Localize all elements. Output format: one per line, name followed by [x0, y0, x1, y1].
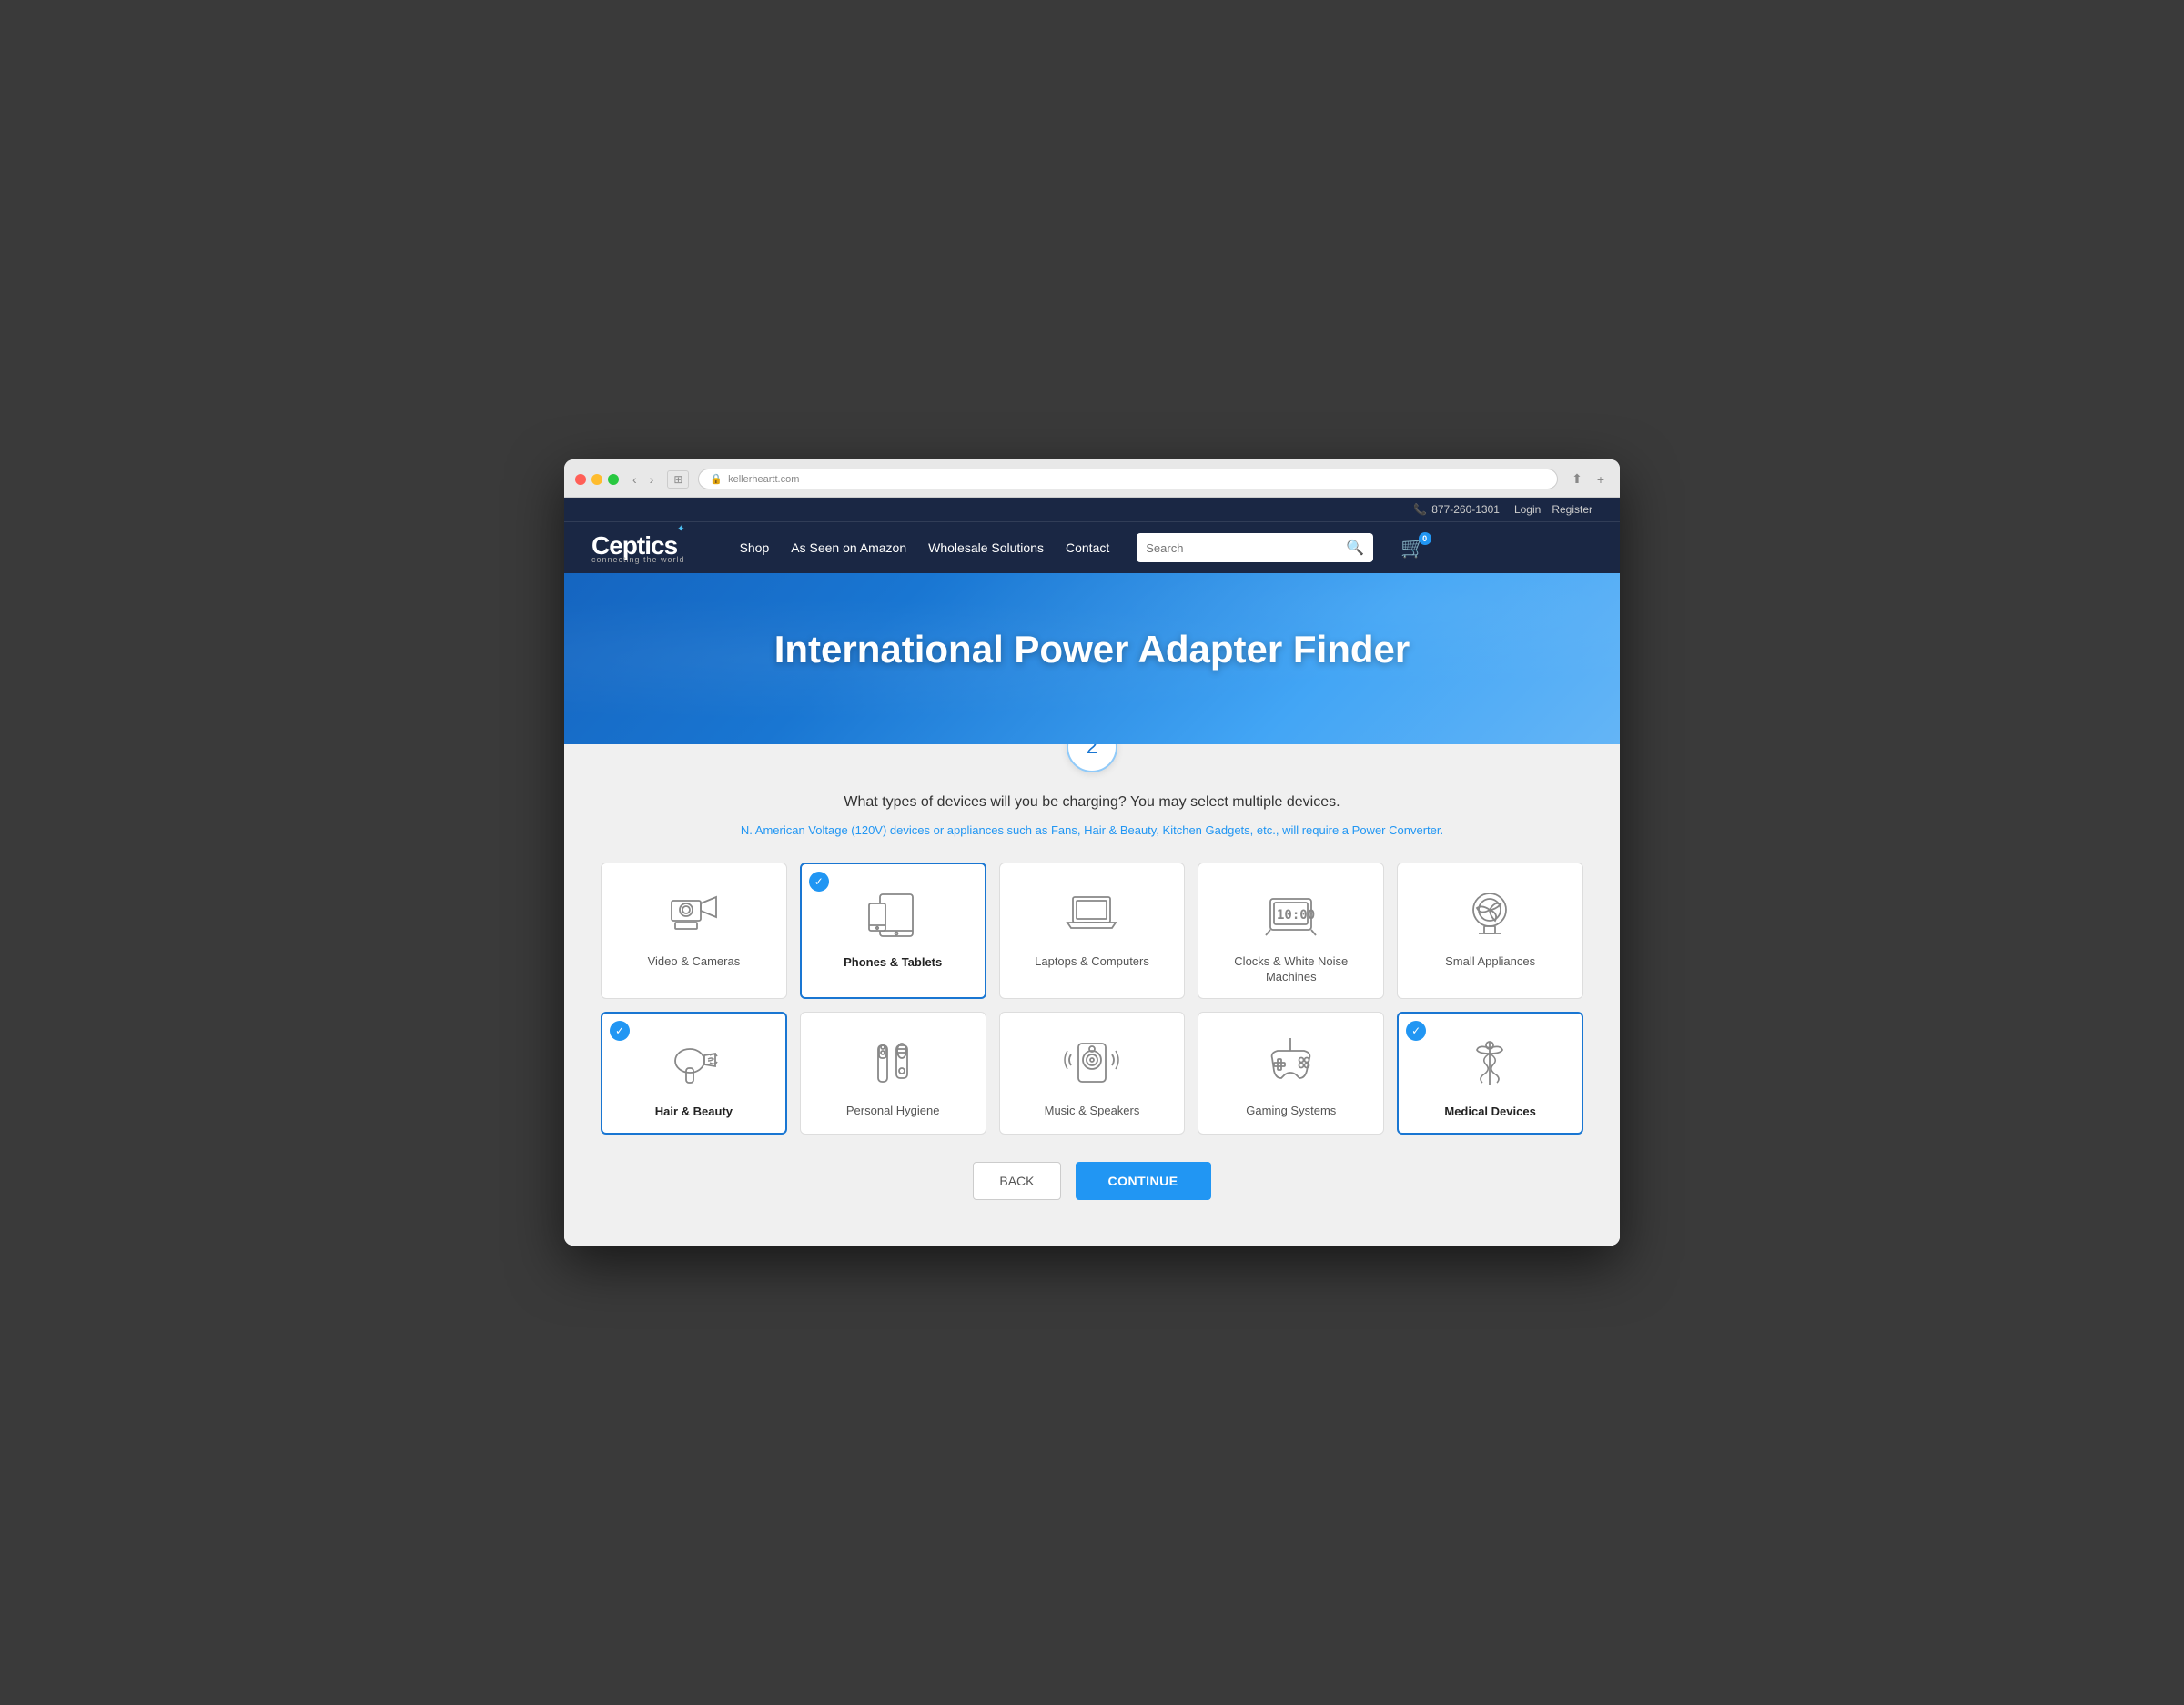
device-card-hair-beauty[interactable]: ✓ Hair — [601, 1012, 787, 1135]
site-header: 📞 877-260-1301 Login Register Ceptics ✦ … — [564, 498, 1620, 573]
device-card-video-cameras[interactable]: Video & Cameras — [601, 863, 787, 999]
lock-icon: 🔒 — [710, 473, 723, 485]
medical-devices-check: ✓ — [1406, 1021, 1426, 1041]
nav-wholesale[interactable]: Wholesale Solutions — [928, 540, 1044, 555]
phones-tablets-icon — [861, 883, 925, 946]
header-top-bar: 📞 877-260-1301 Login Register — [564, 498, 1620, 522]
device-card-laptops-computers[interactable]: Laptops & Computers — [999, 863, 1186, 999]
device-label-music-speakers: Music & Speakers — [1045, 1104, 1140, 1119]
minimize-window-button[interactable] — [592, 474, 602, 485]
browser-actions: ⬆ + — [1567, 469, 1609, 489]
search-input[interactable] — [1146, 541, 1339, 555]
header-links: Login Register — [1514, 503, 1592, 516]
forward-button[interactable]: › — [645, 470, 659, 489]
laptops-computers-icon — [1060, 882, 1124, 945]
logo-sub: connecting the world — [592, 555, 685, 564]
medical-devices-icon — [1459, 1032, 1522, 1095]
close-window-button[interactable] — [575, 474, 586, 485]
device-label-laptops-computers: Laptops & Computers — [1035, 954, 1149, 970]
svg-text:10:00: 10:00 — [1277, 908, 1315, 923]
browser-window: ‹ › ⊞ 🔒 kellerheartt.com ⬆ + 📞 877-260-1… — [564, 459, 1620, 1246]
url-text: kellerheartt.com — [728, 474, 799, 485]
step-question: What types of devices will you be chargi… — [601, 794, 1583, 811]
back-button[interactable]: BACK — [973, 1162, 1060, 1200]
maximize-window-button[interactable] — [608, 474, 619, 485]
new-tab-button[interactable]: + — [1592, 470, 1609, 489]
address-bar: 🔒 kellerheartt.com — [698, 469, 1558, 489]
device-label-gaming-systems: Gaming Systems — [1246, 1104, 1336, 1119]
step-section: 2 What types of devices will you be char… — [564, 744, 1620, 1246]
tab-view-button[interactable]: ⊞ — [667, 470, 689, 489]
nav-amazon[interactable]: As Seen on Amazon — [791, 540, 906, 555]
logo-star: ✦ — [677, 524, 684, 534]
phone-area: 📞 877-260-1301 — [1413, 503, 1500, 516]
personal-hygiene-icon — [861, 1031, 925, 1095]
continue-button[interactable]: CONTINUE — [1076, 1162, 1211, 1200]
hair-beauty-icon — [662, 1032, 725, 1095]
device-grid: Video & Cameras ✓ — [601, 863, 1583, 1135]
device-card-gaming-systems[interactable]: Gaming Systems — [1198, 1012, 1384, 1135]
device-label-personal-hygiene: Personal Hygiene — [846, 1104, 940, 1119]
back-button[interactable]: ‹ — [628, 470, 642, 489]
device-label-video-cameras: Video & Cameras — [648, 954, 741, 970]
traffic-lights — [575, 474, 619, 485]
cart-button[interactable]: 🛒 0 — [1400, 536, 1425, 560]
phones-tablets-check: ✓ — [809, 872, 829, 892]
clocks-icon: 10:00 — [1259, 882, 1323, 945]
hair-beauty-check: ✓ — [610, 1021, 630, 1041]
cart-badge: 0 — [1419, 532, 1431, 545]
search-bar: 🔍 — [1137, 533, 1373, 562]
hero-title: International Power Adapter Finder — [592, 628, 1592, 671]
small-appliances-icon — [1459, 882, 1522, 945]
browser-navigation: ‹ › — [628, 470, 658, 489]
music-speakers-icon — [1060, 1031, 1124, 1095]
device-label-small-appliances: Small Appliances — [1445, 954, 1535, 970]
device-card-clocks[interactable]: 10:00 Clocks & White Noise Machines — [1198, 863, 1384, 999]
device-card-medical-devices[interactable]: ✓ — [1397, 1012, 1583, 1135]
phone-icon: 📞 — [1413, 503, 1427, 516]
device-label-clocks: Clocks & White Noise Machines — [1209, 954, 1372, 985]
nav-links: Shop As Seen on Amazon Wholesale Solutio… — [740, 540, 1110, 555]
device-card-personal-hygiene[interactable]: Personal Hygiene — [800, 1012, 986, 1135]
search-button[interactable]: 🔍 — [1346, 539, 1364, 557]
gaming-systems-icon — [1259, 1031, 1323, 1095]
site-content: 📞 877-260-1301 Login Register Ceptics ✦ … — [564, 498, 1620, 1246]
register-link[interactable]: Register — [1552, 503, 1592, 516]
device-card-small-appliances[interactable]: Small Appliances — [1397, 863, 1583, 999]
site-logo[interactable]: Ceptics ✦ connecting the world — [592, 531, 685, 564]
nav-contact[interactable]: Contact — [1066, 540, 1109, 555]
hero-section: International Power Adapter Finder — [564, 573, 1620, 744]
device-card-phones-tablets[interactable]: ✓ Phones & Tablets — [800, 863, 986, 999]
voltage-notice: N. American Voltage (120V) devices or ap… — [601, 823, 1583, 837]
nav-shop[interactable]: Shop — [740, 540, 770, 555]
login-link[interactable]: Login — [1514, 503, 1541, 516]
video-cameras-icon — [662, 882, 725, 945]
browser-chrome: ‹ › ⊞ 🔒 kellerheartt.com ⬆ + — [564, 459, 1620, 498]
main-nav: Ceptics ✦ connecting the world Shop As S… — [564, 522, 1620, 573]
phone-number: 877-260-1301 — [1431, 503, 1500, 516]
device-label-hair-beauty: Hair & Beauty — [655, 1105, 733, 1120]
device-card-music-speakers[interactable]: Music & Speakers — [999, 1012, 1186, 1135]
device-label-phones-tablets: Phones & Tablets — [844, 955, 942, 971]
device-label-medical-devices: Medical Devices — [1444, 1105, 1535, 1120]
share-button[interactable]: ⬆ — [1567, 469, 1587, 489]
action-buttons: BACK CONTINUE — [601, 1162, 1583, 1200]
